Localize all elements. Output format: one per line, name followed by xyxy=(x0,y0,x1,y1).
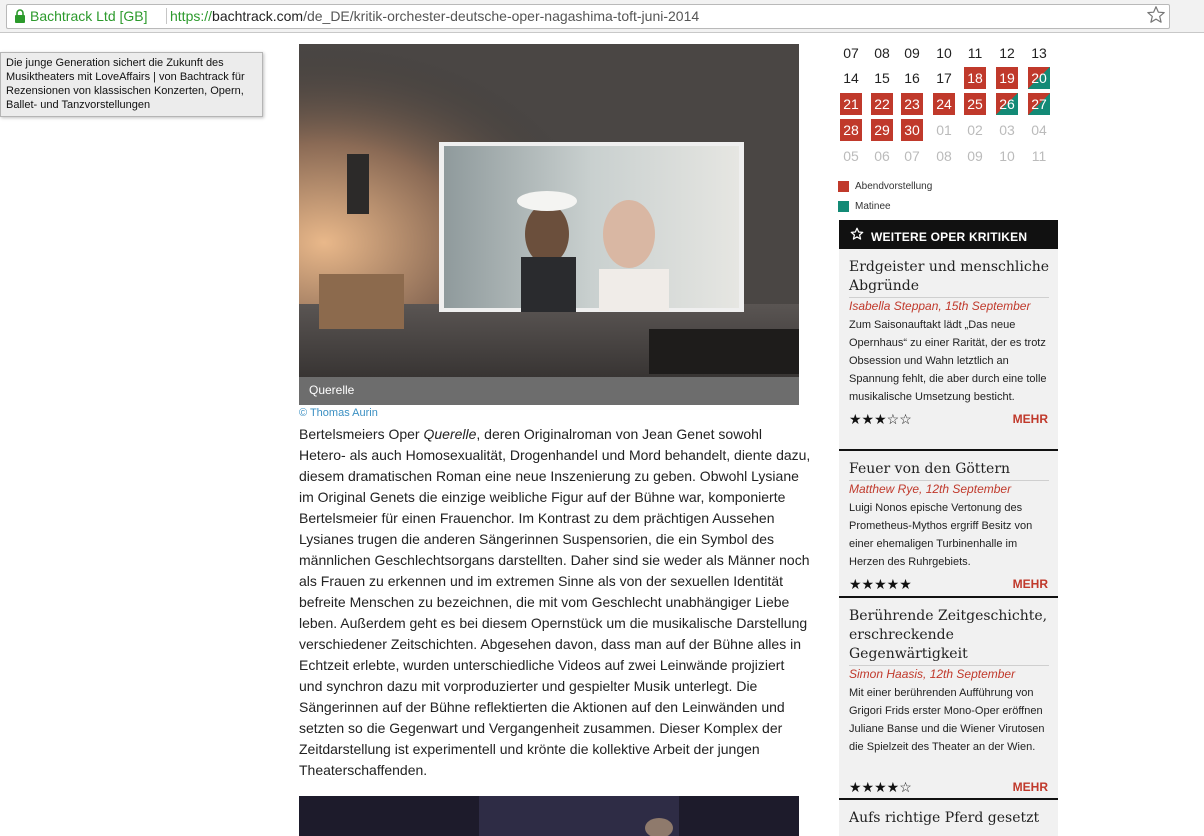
ev-certificate-label: Bachtrack Ltd [GB] xyxy=(30,8,148,24)
calendar-day[interactable]: 20 xyxy=(1028,67,1050,89)
article-text-rest: , deren Originalroman von Jean Genet sow… xyxy=(299,426,811,778)
review-more-link[interactable]: MEHR xyxy=(1013,780,1048,794)
calendar-day: 10 xyxy=(999,148,1015,164)
calendar-day[interactable]: 27 xyxy=(1028,93,1050,115)
calendar-day: 13 xyxy=(1031,45,1047,61)
calendar-day: 05 xyxy=(843,148,859,164)
lock-icon xyxy=(15,8,25,23)
review-separator xyxy=(839,449,1058,451)
legend-evening: Abendvorstellung xyxy=(838,181,932,192)
url-host: bachtrack.com xyxy=(212,8,304,24)
star-outline-icon xyxy=(850,227,864,240)
calendar-day: 03 xyxy=(999,122,1015,138)
article-paragraph: Bertelsmeiers Oper Querelle, deren Origi… xyxy=(299,424,811,781)
calendar-day: 06 xyxy=(874,148,890,164)
review-summary: Mit einer berührenden Aufführung von Gri… xyxy=(849,687,1045,753)
calendar-day[interactable]: 18 xyxy=(964,67,986,89)
legend-matinee-swatch xyxy=(838,201,849,212)
legend-evening-label: Abendvorstellung xyxy=(855,181,933,192)
review-title[interactable]: Erdgeister und menschliche Abgründe xyxy=(849,258,1054,296)
calendar-day: 09 xyxy=(967,148,983,164)
calendar-day[interactable]: 28 xyxy=(840,119,862,141)
article-text-start: Bertelsmeiers Oper xyxy=(299,426,424,442)
calendar-day: 17 xyxy=(936,70,952,86)
calendar-day: 10 xyxy=(936,45,952,61)
review-separator xyxy=(839,798,1058,800)
calendar-day[interactable]: 23 xyxy=(901,93,923,115)
calendar-day[interactable]: 24 xyxy=(933,93,955,115)
bookmark-star-icon[interactable] xyxy=(1146,5,1166,25)
calendar-day: 15 xyxy=(874,70,890,86)
legend-matinee-label: Matinee xyxy=(855,201,891,212)
calendar-day: 08 xyxy=(874,45,890,61)
calendar-day[interactable]: 19 xyxy=(996,67,1018,89)
calendar-day[interactable]: 26 xyxy=(996,93,1018,115)
reviews-list: Erdgeister und menschliche Abgründe Isabe… xyxy=(839,249,1058,836)
review-summary: Zum Saisonauftakt lädt „Das neue Opernha… xyxy=(849,319,1047,403)
calendar-day[interactable]: 21 xyxy=(840,93,862,115)
review-rating-stars: ★★★★★ xyxy=(849,576,912,592)
article-opera-title: Querelle xyxy=(423,426,477,442)
second-article-image xyxy=(299,796,799,836)
address-bar-divider xyxy=(166,8,167,24)
review-title-rule xyxy=(849,665,1049,666)
calendar-day: 07 xyxy=(843,45,859,61)
url-text[interactable]: https://bachtrack.com/de_DE/kritik-orche… xyxy=(170,7,699,25)
url-path: /de_DE/kritik-orchester-deutsche-oper-na… xyxy=(303,8,700,24)
review-title[interactable]: Feuer von den Göttern xyxy=(849,460,1054,479)
calendar-day[interactable]: 22 xyxy=(871,93,893,115)
article-image: Querelle xyxy=(299,44,799,405)
tooltip: Die junge Generation sichert die Zukunft… xyxy=(0,52,263,117)
calendar-day[interactable]: 30 xyxy=(901,119,923,141)
image-caption: Querelle xyxy=(309,383,355,397)
legend-matinee: Matinee xyxy=(838,201,891,212)
calendar-day: 09 xyxy=(904,45,920,61)
stage-photo-2 xyxy=(299,796,799,836)
review-title[interactable]: Berührende Zeitgeschichte, erschreckende… xyxy=(849,607,1054,664)
review-author: Isabella Steppan, 15th September xyxy=(849,299,1031,313)
review-title-rule xyxy=(849,297,1049,298)
calendar-day: 16 xyxy=(904,70,920,86)
calendar-day: 07 xyxy=(904,148,920,164)
calendar-day: 11 xyxy=(1031,148,1047,164)
calendar-day: 02 xyxy=(967,122,983,138)
calendar-day[interactable]: 29 xyxy=(871,119,893,141)
review-more-link[interactable]: MEHR xyxy=(1013,577,1048,591)
review-title-rule xyxy=(849,480,1049,481)
calendar-day: 04 xyxy=(1031,122,1047,138)
ev-certificate-badge[interactable]: Bachtrack Ltd [GB] xyxy=(10,7,152,25)
url-scheme: https:// xyxy=(170,8,213,24)
review-separator xyxy=(839,596,1058,598)
address-bar[interactable]: Bachtrack Ltd [GB] https://bachtrack.com… xyxy=(6,4,1170,29)
calendar-day: 12 xyxy=(999,45,1015,61)
legend-evening-swatch xyxy=(838,181,849,192)
review-author: Matthew Rye, 12th September xyxy=(849,482,1012,496)
calendar-day[interactable]: 25 xyxy=(964,93,986,115)
image-caption-bar: Querelle xyxy=(299,377,799,405)
more-reviews-header: WEITERE OPER KRITIKEN xyxy=(839,220,1058,249)
review-rating-stars: ★★★☆☆ xyxy=(849,411,912,427)
more-reviews-title: WEITERE OPER KRITIKEN xyxy=(871,230,1028,244)
calendar-day: 11 xyxy=(967,45,983,61)
photo-credit[interactable]: © Thomas Aurin xyxy=(299,407,378,419)
calendar-day: 08 xyxy=(936,148,952,164)
review-rating-stars: ★★★★☆ xyxy=(849,779,912,795)
stage-photo xyxy=(299,44,799,405)
review-more-link[interactable]: MEHR xyxy=(1013,412,1048,426)
calendar-day: 14 xyxy=(843,70,859,86)
review-author: Simon Haasis, 12th September xyxy=(849,667,1016,681)
browser-toolbar: Bachtrack Ltd [GB] https://bachtrack.com… xyxy=(0,0,1204,33)
review-title[interactable]: Aufs richtige Pferd gesetzt xyxy=(849,809,1054,828)
calendar-day: 01 xyxy=(936,122,952,138)
review-summary: Luigi Nonos epische Vertonung des Promet… xyxy=(849,502,1033,568)
